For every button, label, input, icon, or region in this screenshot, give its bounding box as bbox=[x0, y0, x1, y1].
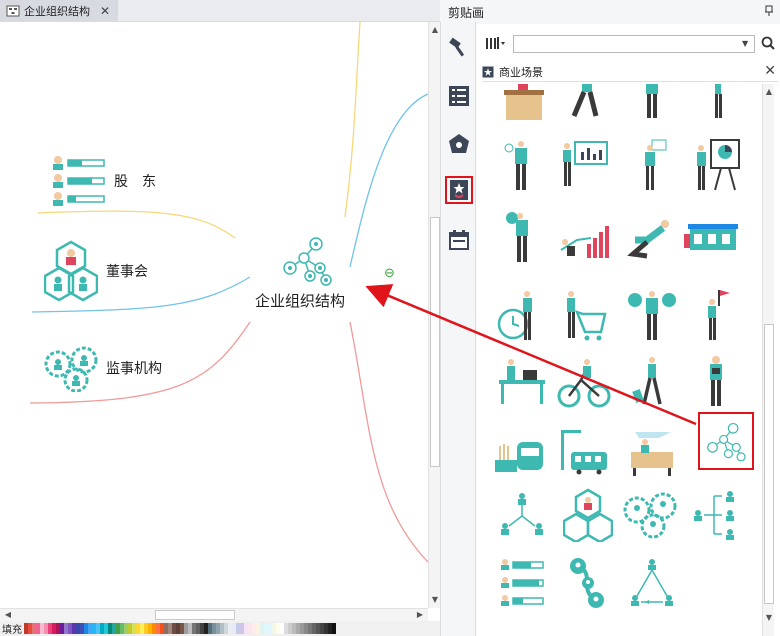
tab-enterprise-org[interactable]: 企业组织结构 ✕ bbox=[0, 0, 118, 22]
color-swatch[interactable] bbox=[332, 623, 336, 634]
clipart-vertical-scrollbar[interactable]: ▲ ▼ bbox=[762, 84, 774, 636]
clipart-item[interactable] bbox=[490, 134, 550, 196]
tab-label: 企业组织结构 bbox=[24, 5, 90, 18]
tool-clipart[interactable] bbox=[445, 176, 473, 204]
document-tab-bar: 企业组织结构 ✕ bbox=[0, 0, 440, 22]
clipart-panel-title-bar: 剪贴画 bbox=[448, 0, 780, 24]
clipart-item[interactable] bbox=[686, 134, 746, 196]
category-icon bbox=[482, 66, 494, 77]
center-node-label[interactable]: 企业组织结构 bbox=[255, 290, 345, 311]
clipart-item[interactable] bbox=[622, 134, 682, 196]
connector-lines bbox=[29, 22, 428, 563]
clipart-item[interactable] bbox=[622, 420, 682, 482]
tool-icons[interactable] bbox=[445, 130, 473, 158]
node-board[interactable]: 董事会 bbox=[44, 240, 148, 302]
document-icon bbox=[6, 5, 20, 17]
color-swatches[interactable] bbox=[24, 623, 336, 634]
scroll-thumb[interactable] bbox=[155, 610, 235, 620]
clipart-panel: ▼ 商业场景 ✕ ▲ ▼ bbox=[476, 24, 780, 636]
paintbrush-icon bbox=[449, 37, 465, 57]
clipart-item[interactable] bbox=[554, 420, 614, 482]
scroll-left-icon[interactable]: ◀ bbox=[2, 609, 14, 621]
node-label: 董事会 bbox=[106, 264, 148, 280]
mindmap-canvas[interactable]: 股 东 董事会 监事机构 企业组织结构 ⊖ bbox=[0, 22, 428, 608]
clipart-category-header[interactable]: 商业场景 ✕ bbox=[482, 62, 778, 82]
category-close-icon[interactable]: ✕ bbox=[764, 63, 776, 79]
clipart-item[interactable] bbox=[620, 484, 680, 546]
clipart-item[interactable] bbox=[554, 284, 614, 346]
clipart-item[interactable] bbox=[620, 350, 680, 412]
tool-calendar[interactable] bbox=[445, 226, 473, 254]
collapse-icon[interactable]: ⊖ bbox=[384, 266, 395, 281]
clipart-item[interactable] bbox=[620, 206, 680, 268]
clipart-item[interactable] bbox=[554, 206, 614, 268]
scroll-down-icon[interactable]: ▼ bbox=[763, 612, 775, 624]
clipart-item[interactable] bbox=[558, 552, 618, 614]
clipart-item[interactable] bbox=[558, 84, 618, 128]
clipart-item[interactable] bbox=[686, 484, 746, 546]
shareholders-icon bbox=[53, 156, 105, 206]
clipart-item[interactable] bbox=[622, 284, 682, 346]
tab-close-icon[interactable]: ✕ bbox=[100, 4, 110, 18]
clipart-item[interactable] bbox=[492, 552, 552, 614]
search-icon[interactable] bbox=[761, 36, 775, 53]
clipart-item[interactable] bbox=[622, 552, 682, 614]
list-icon bbox=[449, 86, 469, 106]
node-label: 监事机构 bbox=[106, 361, 162, 377]
node-label: 股 东 bbox=[114, 174, 156, 190]
clipart-item[interactable] bbox=[554, 350, 614, 412]
clipart-item[interactable] bbox=[492, 484, 552, 546]
clipart-item[interactable] bbox=[494, 84, 554, 128]
pin-icon[interactable] bbox=[764, 5, 774, 20]
node-shareholders[interactable]: 股 东 bbox=[48, 154, 156, 208]
scroll-right-icon[interactable]: ▶ bbox=[414, 609, 426, 621]
badge-icon bbox=[449, 134, 469, 153]
clipart-item[interactable] bbox=[490, 284, 550, 346]
fill-label: 填充 bbox=[2, 625, 22, 636]
clipart-item[interactable] bbox=[688, 84, 748, 128]
clipart-search-input[interactable] bbox=[513, 35, 755, 53]
supervisors-icon bbox=[44, 346, 98, 392]
category-label: 商业场景 bbox=[499, 65, 543, 79]
library-icon[interactable] bbox=[486, 36, 506, 53]
clipart-item[interactable] bbox=[492, 350, 552, 412]
clipart-icon bbox=[450, 180, 468, 200]
clipart-item[interactable] bbox=[554, 134, 614, 196]
clipart-search-row: ▼ bbox=[476, 32, 780, 56]
calendar-icon bbox=[449, 230, 469, 250]
scroll-thumb[interactable] bbox=[764, 324, 774, 604]
color-palette-bar: 填充 bbox=[0, 621, 440, 636]
clipart-item[interactable] bbox=[490, 420, 550, 482]
clipart-item[interactable] bbox=[622, 84, 682, 128]
panel-title: 剪贴画 bbox=[448, 5, 485, 20]
node-supervisors[interactable]: 监事机构 bbox=[44, 344, 162, 392]
clipart-item[interactable] bbox=[686, 350, 746, 412]
side-toolbar bbox=[440, 22, 476, 636]
tool-outline[interactable] bbox=[445, 82, 473, 110]
search-dropdown-icon[interactable]: ▼ bbox=[742, 39, 748, 48]
canvas-horizontal-scrollbar[interactable]: ◀ ▶ bbox=[0, 608, 428, 621]
clipart-item[interactable] bbox=[492, 206, 552, 268]
clipart-item[interactable] bbox=[682, 206, 742, 268]
board-icon bbox=[44, 240, 98, 302]
tool-format-paint[interactable] bbox=[445, 34, 473, 62]
clipart-item[interactable] bbox=[558, 484, 618, 546]
canvas-vertical-scrollbar[interactable]: ▲ ▼ bbox=[428, 22, 440, 608]
scroll-up-icon[interactable]: ▲ bbox=[763, 86, 775, 98]
clipart-item-org-structure-selected[interactable] bbox=[698, 412, 754, 470]
clipart-grid bbox=[482, 84, 762, 636]
clipart-item[interactable] bbox=[686, 284, 746, 346]
scroll-thumb[interactable] bbox=[430, 217, 440, 467]
center-node-icon[interactable] bbox=[278, 234, 336, 289]
